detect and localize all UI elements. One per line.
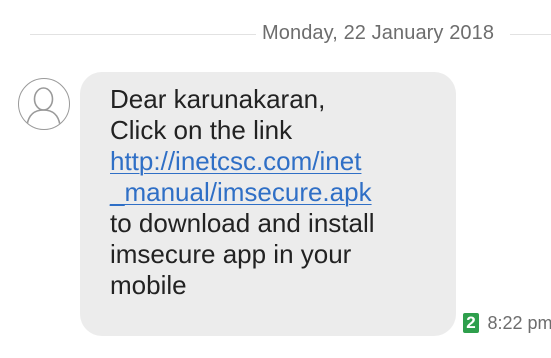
message-link-part-2[interactable]: _manual/imsecure.apk — [110, 177, 372, 207]
message-link[interactable]: http://inetcsc.com/inet — [110, 146, 456, 177]
date-divider-left — [30, 34, 256, 35]
message-link-part-1[interactable]: http://inetcsc.com/inet — [110, 146, 361, 176]
message-timestamp: 8:22 pm — [487, 313, 551, 333]
message-link-continued[interactable]: _manual/imsecure.apk — [110, 177, 456, 208]
date-label: Monday, 22 January 2018 — [262, 22, 495, 44]
message-bubble[interactable]: Dear karunakaran, Click on the link http… — [80, 72, 456, 336]
sim-slot-badge: 2 — [463, 313, 479, 333]
date-divider-right — [510, 34, 551, 35]
person-avatar-icon[interactable] — [18, 78, 70, 130]
message-line-download: to download and install — [110, 208, 375, 238]
message-line-instruction: Click on the link — [110, 115, 293, 145]
message-meta: 2 8:22 pm — [463, 313, 551, 335]
message-line-greeting: Dear karunakaran, — [110, 84, 326, 114]
message-line-app: imsecure app in your — [110, 239, 352, 269]
message-line-mobile: mobile — [110, 270, 187, 300]
date-separator: Monday, 22 January 2018 — [0, 18, 551, 58]
